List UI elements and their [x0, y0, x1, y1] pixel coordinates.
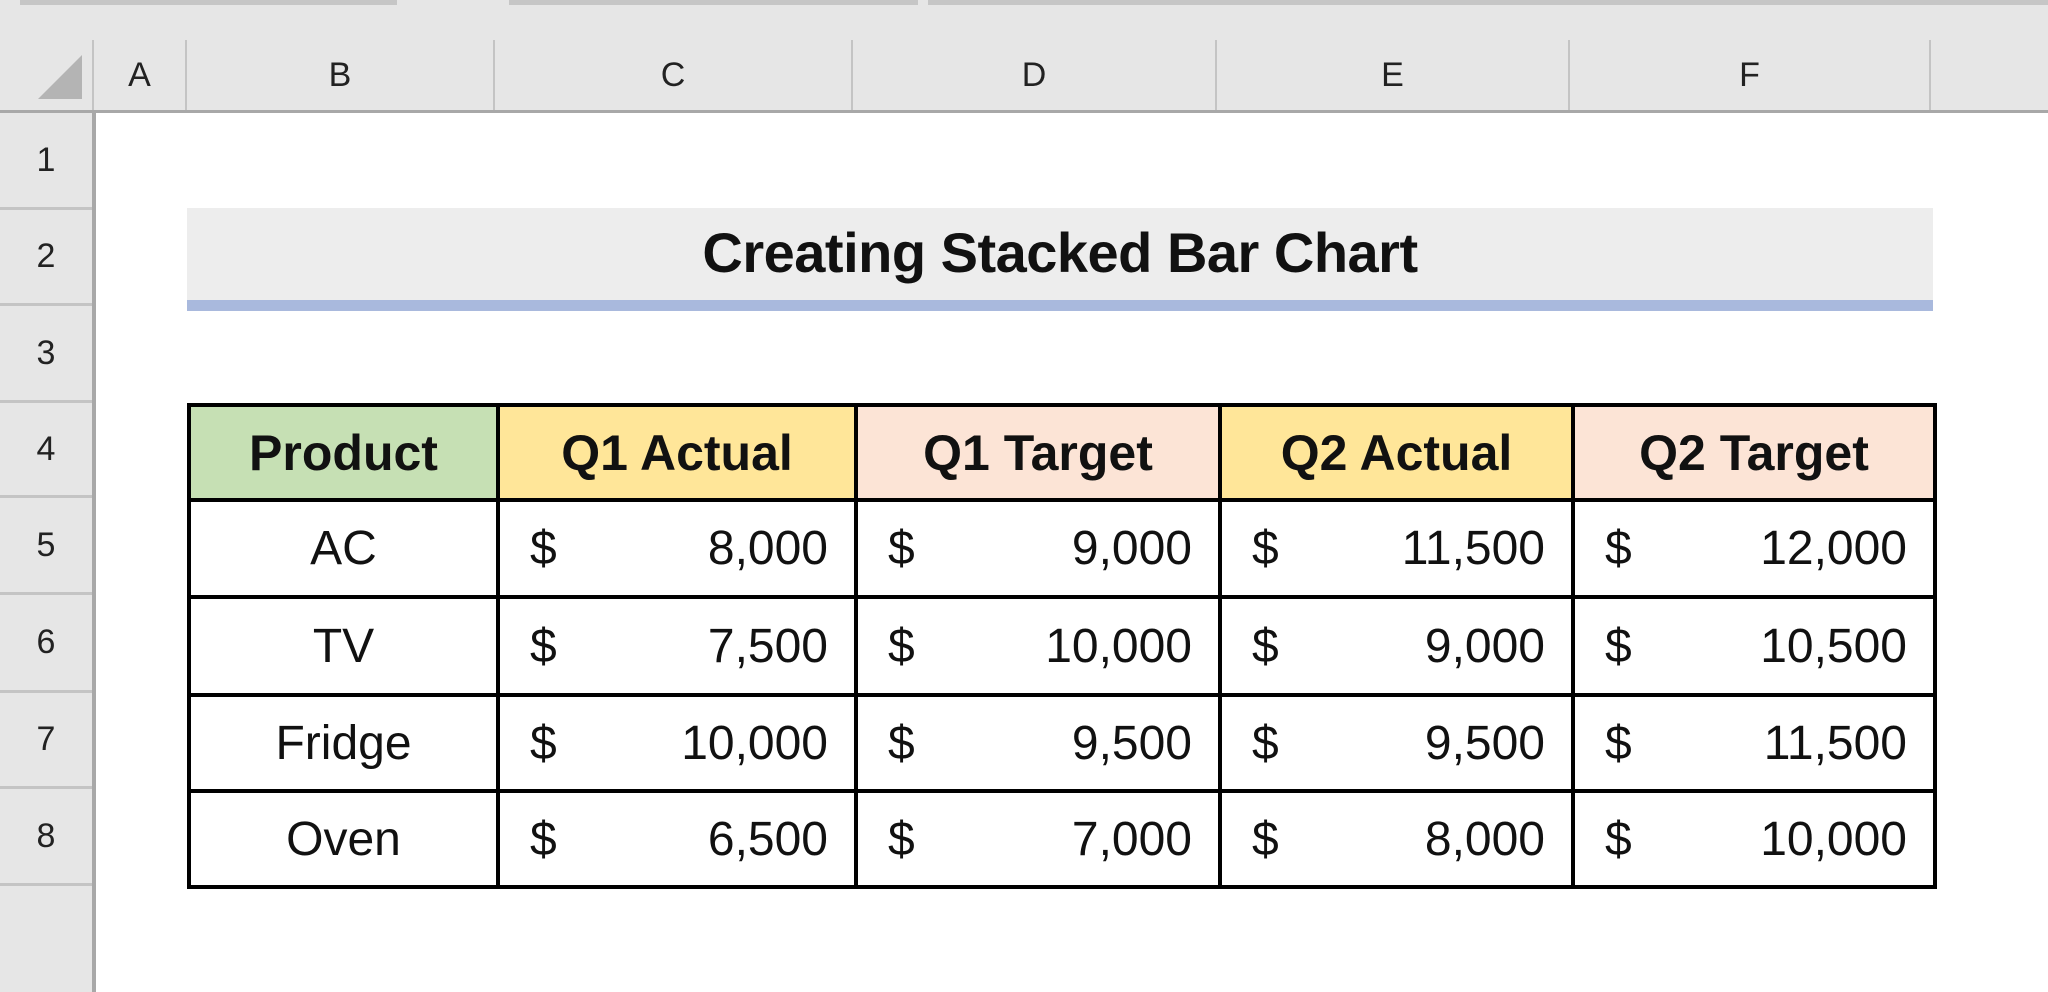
q2-target-cell[interactable]: $11,500 — [1571, 693, 1937, 793]
amount: 6,500 — [707, 812, 828, 866]
tab-bar-segment — [20, 0, 397, 5]
amount: 8,000 — [1424, 812, 1545, 866]
product-cell[interactable]: Fridge — [187, 693, 500, 793]
table-row: Fridge $10,000 $9,500 $9,500 $11,500 — [187, 693, 1937, 793]
product-cell[interactable]: Oven — [187, 789, 500, 889]
amount: 7,500 — [707, 619, 828, 673]
table-row: AC $8,000 $9,000 $11,500 $12,000 — [187, 498, 1937, 599]
amount: 9,500 — [1071, 716, 1192, 770]
amount: 9,000 — [1071, 522, 1192, 575]
row-header-1[interactable]: 1 — [0, 113, 92, 210]
product-cell[interactable]: TV — [187, 595, 500, 697]
product-cell[interactable]: AC — [187, 498, 500, 599]
amount: 9,000 — [1424, 619, 1545, 673]
amount: 10,000 — [1760, 812, 1907, 866]
row-header-2[interactable]: 2 — [0, 210, 92, 306]
q2-actual-cell[interactable]: $9,500 — [1218, 693, 1575, 793]
currency-symbol: $ — [1605, 716, 1632, 770]
q1-target-cell[interactable]: $9,500 — [854, 693, 1222, 793]
column-header-c[interactable]: C — [495, 40, 853, 110]
amount: 9,500 — [1424, 716, 1545, 770]
currency-symbol: $ — [1605, 812, 1632, 866]
row-header-7[interactable]: 7 — [0, 693, 92, 789]
table-row: Oven $6,500 $7,000 $8,000 $10,000 — [187, 789, 1937, 889]
title-cell[interactable]: Creating Stacked Bar Chart — [187, 208, 1933, 311]
amount: 11,500 — [1401, 522, 1545, 575]
column-header-bar: A B C D E F — [0, 40, 2048, 113]
amount: 10,000 — [681, 716, 828, 770]
currency-symbol: $ — [888, 716, 915, 770]
table-header-row: Product Q1 Actual Q1 Target Q2 Actual Q2… — [187, 403, 1937, 502]
currency-symbol: $ — [1252, 619, 1279, 673]
header-q1-actual[interactable]: Q1 Actual — [496, 403, 858, 502]
q2-target-cell[interactable]: $10,500 — [1571, 595, 1937, 697]
row-header-5[interactable]: 5 — [0, 498, 92, 595]
header-q2-target[interactable]: Q2 Target — [1571, 403, 1937, 502]
currency-symbol: $ — [530, 619, 557, 673]
q2-target-cell[interactable]: $12,000 — [1571, 498, 1937, 599]
q1-target-cell[interactable]: $10,000 — [854, 595, 1222, 697]
tab-bar-segment — [509, 0, 918, 5]
currency-symbol: $ — [1252, 812, 1279, 866]
row-header-column: 1 2 3 4 5 6 7 8 — [0, 113, 96, 992]
q2-target-cell[interactable]: $10,000 — [1571, 789, 1937, 889]
column-header-b[interactable]: B — [187, 40, 495, 110]
row-header-8[interactable]: 8 — [0, 789, 92, 886]
currency-symbol: $ — [888, 522, 915, 575]
header-q2-actual[interactable]: Q2 Actual — [1218, 403, 1575, 502]
column-header-d[interactable]: D — [853, 40, 1217, 110]
table-row: TV $7,500 $10,000 $9,000 $10,500 — [187, 595, 1937, 697]
toolbar-strip — [0, 0, 2048, 40]
amount: 8,000 — [707, 522, 828, 575]
amount: 7,000 — [1071, 812, 1192, 866]
currency-symbol: $ — [530, 812, 557, 866]
currency-symbol: $ — [530, 716, 557, 770]
q1-actual-cell[interactable]: $6,500 — [496, 789, 858, 889]
q2-actual-cell[interactable]: $8,000 — [1218, 789, 1575, 889]
currency-symbol: $ — [888, 812, 915, 866]
q2-actual-cell[interactable]: $9,000 — [1218, 595, 1575, 697]
currency-symbol: $ — [1605, 522, 1632, 575]
q1-actual-cell[interactable]: $8,000 — [496, 498, 858, 599]
select-all-triangle-icon — [38, 55, 82, 99]
currency-symbol: $ — [1252, 522, 1279, 575]
spreadsheet-window: A B C D E F 1 2 3 4 5 6 7 8 Creating Sta… — [0, 0, 2048, 992]
currency-symbol: $ — [1605, 619, 1632, 673]
select-all-button[interactable] — [0, 40, 94, 110]
column-header-a[interactable]: A — [94, 40, 187, 110]
amount: 10,000 — [1045, 619, 1192, 673]
currency-symbol: $ — [530, 522, 557, 575]
amount: 10,500 — [1760, 619, 1907, 673]
header-product[interactable]: Product — [187, 403, 500, 502]
tab-bar-segment — [928, 0, 2048, 5]
column-header-f[interactable]: F — [1570, 40, 1931, 110]
currency-symbol: $ — [1252, 716, 1279, 770]
sheet-title: Creating Stacked Bar Chart — [702, 220, 1418, 284]
amount: 11,500 — [1763, 716, 1907, 770]
q1-target-cell[interactable]: $7,000 — [854, 789, 1222, 889]
sales-table: Product Q1 Actual Q1 Target Q2 Actual Q2… — [187, 403, 1937, 889]
q1-actual-cell[interactable]: $7,500 — [496, 595, 858, 697]
amount: 12,000 — [1760, 522, 1907, 575]
q2-actual-cell[interactable]: $11,500 — [1218, 498, 1575, 599]
row-header-4[interactable]: 4 — [0, 403, 92, 498]
row-header-6[interactable]: 6 — [0, 595, 92, 693]
header-q1-target[interactable]: Q1 Target — [854, 403, 1222, 502]
row-header-3[interactable]: 3 — [0, 306, 92, 403]
currency-symbol: $ — [888, 619, 915, 673]
column-header-e[interactable]: E — [1217, 40, 1570, 110]
q1-actual-cell[interactable]: $10,000 — [496, 693, 858, 793]
q1-target-cell[interactable]: $9,000 — [854, 498, 1222, 599]
